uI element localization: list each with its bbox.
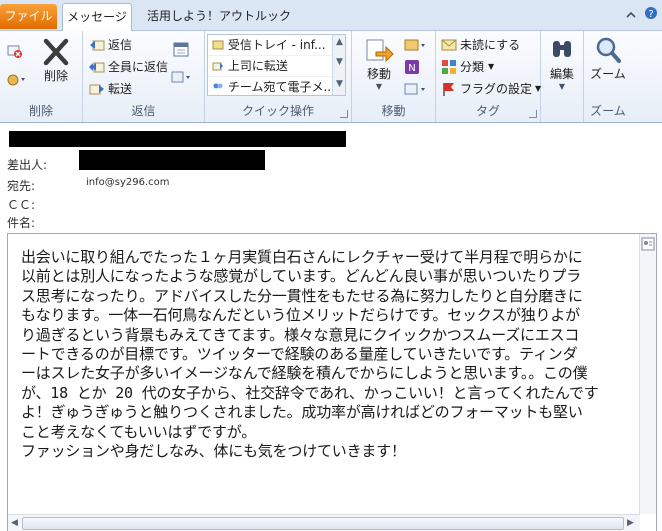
edit-button[interactable]: 編集 ▼	[544, 35, 580, 91]
quick-step-item[interactable]: 受信トレイ - inf...	[208, 35, 345, 56]
ribbon: 削除 削除 返信 全員に返信 転送 返信 受信トレイ - inf... 上司に転…	[0, 31, 662, 123]
scroll-left-arrow-icon[interactable]: ◀	[11, 518, 18, 528]
horizontal-scrollbar[interactable]: ◀ ▶	[8, 514, 640, 531]
minimize-ribbon-icon[interactable]	[626, 8, 636, 22]
tab-utilize[interactable]: 活用しよう！アウトルック	[147, 4, 291, 29]
scroll-down-arrow-icon[interactable]: ▼	[336, 57, 343, 67]
unread-envelope-icon	[441, 37, 457, 53]
ribbon-tab-bar: ファイル メッセージ 活用しよう！アウトルック ?	[0, 0, 662, 31]
from-label: 差出人:	[7, 158, 48, 172]
cc-label: ＣＣ:	[7, 198, 36, 212]
categorize-dropdown-arrow-icon: ▼	[488, 62, 495, 71]
forward-button[interactable]: 転送	[89, 80, 132, 97]
mark-unread-button[interactable]: 未読にする	[441, 36, 520, 53]
categorize-button[interactable]: 分類 ▼	[441, 58, 494, 75]
subject-label: 件名:	[7, 216, 36, 230]
quick-steps-scrollbar[interactable]: ▲ ▼ ▼	[332, 35, 345, 95]
svg-text:N: N	[408, 63, 415, 74]
follow-up-button[interactable]: フラグの設定 ▼	[441, 80, 541, 97]
svg-text:?: ?	[648, 9, 653, 20]
ignore-icon[interactable]	[7, 43, 23, 59]
more-respond-icon[interactable]	[171, 69, 193, 85]
gallery-expand-icon[interactable]: ▼	[336, 79, 343, 89]
group-quick-steps-label: クイック操作	[241, 104, 314, 118]
group-editing: 編集 ▼	[541, 31, 584, 122]
reply-button[interactable]: 返信	[89, 36, 132, 53]
tab-file[interactable]: ファイル	[0, 4, 57, 29]
reply-icon	[89, 37, 105, 53]
move-button[interactable]: 移動 ▼	[357, 35, 401, 91]
redacted-subject-bar	[9, 131, 346, 147]
horizontal-scroll-thumb[interactable]	[22, 517, 624, 530]
binoculars-icon	[547, 35, 577, 65]
group-quick-steps: 受信トレイ - inf... 上司に転送 チーム宛て電子メ... ▲ ▼ ▼ ク…	[205, 31, 352, 122]
quick-steps-gallery[interactable]: 受信トレイ - inf... 上司に転送 チーム宛て電子メ... ▲ ▼ ▼	[207, 34, 346, 96]
forward-icon	[89, 81, 105, 97]
quick-step-item[interactable]: 上司に転送	[208, 56, 345, 77]
quick-step-item[interactable]: チーム宛て電子メ...	[208, 77, 345, 97]
group-tags-label: タグ	[475, 104, 500, 118]
vertical-scrollbar[interactable]	[639, 234, 656, 514]
flag-icon	[441, 81, 457, 97]
to-label: 宛先:	[7, 179, 36, 193]
delete-button[interactable]: 削除	[36, 37, 76, 84]
rules-icon[interactable]	[404, 37, 428, 53]
group-zoom: ズーム ズーム	[584, 31, 662, 122]
delete-button-label: 削除	[43, 69, 68, 83]
group-tags: 未読にする 分類 ▼ フラグの設定 ▼ タグ	[436, 31, 541, 122]
message-body-text: 出会いに取り組んでたった１ヶ月実質白石さんにレクチャー受けて半月程で明らかに 以…	[21, 248, 599, 461]
move-folder-icon	[364, 35, 394, 65]
scroll-right-arrow-icon[interactable]: ▶	[627, 518, 634, 528]
tags-dialog-launcher-icon[interactable]	[529, 110, 537, 118]
onenote-icon[interactable]: N	[404, 59, 420, 75]
actions-icon[interactable]	[404, 81, 428, 97]
group-move-label: 移動	[381, 104, 406, 118]
help-icon[interactable]: ?	[644, 6, 658, 23]
edit-dropdown-arrow-icon: ▼	[558, 82, 566, 91]
group-respond: 返信 全員に返信 転送 返信	[83, 31, 205, 122]
magnifier-icon	[593, 35, 623, 65]
redacted-sender-bar	[79, 150, 265, 170]
cleanup-icon[interactable]	[7, 71, 29, 87]
group-respond-label: 返信	[131, 104, 156, 118]
reply-all-icon	[89, 59, 105, 75]
tab-message[interactable]: メッセージ	[62, 3, 132, 31]
to-value[interactable]: info@sy296.com	[86, 177, 170, 188]
zoom-button[interactable]: ズーム	[588, 35, 628, 82]
group-delete: 削除 削除	[0, 31, 83, 122]
group-zoom-label: ズーム	[590, 104, 626, 118]
categorize-icon	[441, 59, 457, 75]
quick-steps-dialog-launcher-icon[interactable]	[340, 110, 348, 118]
scroll-up-arrow-icon[interactable]: ▲	[336, 37, 343, 47]
message-body-frame: 出会いに取り組んでたった１ヶ月実質白石さんにレクチャー受けて半月程で明らかに 以…	[7, 233, 657, 531]
group-move: 移動 ▼ N 移動	[352, 31, 436, 122]
meeting-icon[interactable]	[173, 41, 189, 57]
group-delete-label: 削除	[28, 104, 53, 118]
move-dropdown-arrow-icon: ▼	[375, 82, 383, 91]
reply-all-button[interactable]: 全員に返信	[89, 58, 168, 75]
delete-x-icon	[41, 37, 71, 67]
people-pane-icon[interactable]	[641, 237, 655, 254]
